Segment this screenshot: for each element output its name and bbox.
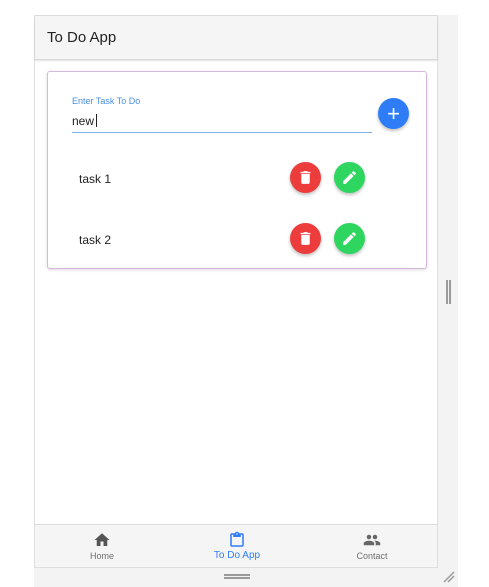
nav-item-home[interactable]: Home: [35, 525, 169, 567]
side-resize-handle[interactable]: [446, 280, 451, 304]
bottom-resize-handle[interactable]: [224, 574, 250, 579]
pencil-icon: [343, 232, 356, 245]
nav-label-todo: To Do App: [213, 550, 261, 561]
resize-corner-icon[interactable]: [443, 571, 455, 583]
task-item: task 2: [48, 223, 428, 263]
nav-label-home: Home: [89, 551, 114, 561]
task-item: task 1: [48, 162, 428, 202]
task-input-label: Enter Task To Do: [72, 96, 141, 106]
task-label: task 1: [79, 172, 112, 186]
nav-item-todo[interactable]: To Do App: [170, 525, 304, 567]
app-window: To Do App Enter Task To Do + task 1 task…: [34, 15, 438, 568]
task-input[interactable]: [72, 110, 372, 133]
edit-task-button[interactable]: [334, 223, 365, 254]
edit-task-button[interactable]: [334, 162, 365, 193]
trash-icon: [300, 171, 311, 184]
app-bar: To Do App: [35, 16, 437, 60]
plus-icon: +: [387, 100, 400, 126]
add-task-button[interactable]: +: [378, 98, 409, 129]
todo-card: Enter Task To Do + task 1 task 2: [47, 71, 427, 269]
delete-task-button[interactable]: [290, 162, 321, 193]
nav-label-contact: Contact: [356, 551, 388, 561]
contacts-icon: [363, 534, 381, 546]
nav-item-contact[interactable]: Contact: [305, 525, 439, 567]
trash-icon: [300, 232, 311, 245]
text-caret: [96, 114, 97, 127]
delete-task-button[interactable]: [290, 223, 321, 254]
home-icon: [94, 533, 110, 546]
app-title: To Do App: [47, 29, 117, 46]
clipboard-icon: [230, 531, 244, 547]
pencil-icon: [343, 171, 356, 184]
task-label: task 2: [79, 233, 112, 247]
bottom-nav: Home To Do App Contact: [35, 524, 437, 567]
